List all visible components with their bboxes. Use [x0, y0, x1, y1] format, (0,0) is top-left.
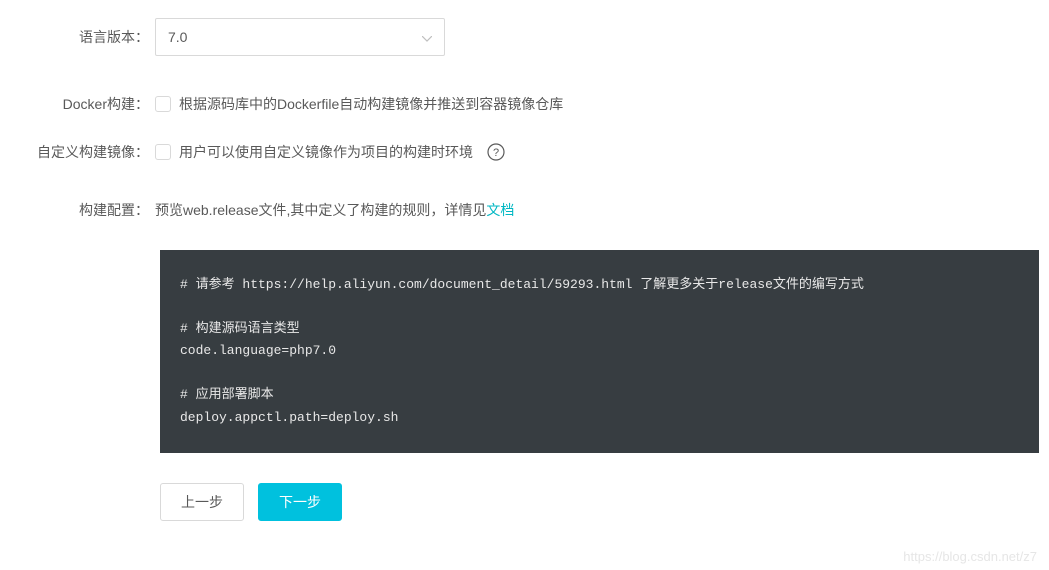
svg-text:?: ? [493, 147, 499, 159]
prev-button[interactable]: 上一步 [160, 483, 244, 521]
chevron-down-icon [422, 29, 432, 45]
help-icon[interactable]: ? [487, 143, 505, 161]
release-file-preview: # 请参考 https://help.aliyun.com/document_d… [160, 250, 1039, 453]
custom-image-label: 自定义构建镜像： [0, 142, 155, 162]
language-version-select[interactable]: 7.0 [155, 18, 445, 56]
watermark: https://blog.csdn.net/z7 [903, 549, 1037, 564]
language-version-label: 语言版本： [0, 27, 155, 47]
custom-image-text: 用户可以使用自定义镜像作为项目的构建时环境 [179, 142, 473, 162]
build-config-label: 构建配置： [0, 200, 155, 220]
next-button[interactable]: 下一步 [258, 483, 342, 521]
language-version-value: 7.0 [168, 29, 422, 45]
build-config-text: 预览web.release文件,其中定义了构建的规则，详情见 [155, 202, 486, 218]
docker-build-text: 根据源码库中的Dockerfile自动构建镜像并推送到容器镜像仓库 [179, 94, 563, 114]
docker-build-label: Docker构建： [0, 94, 155, 114]
docker-build-checkbox[interactable] [155, 96, 171, 112]
doc-link[interactable]: 文档 [486, 202, 514, 218]
custom-image-checkbox[interactable] [155, 144, 171, 160]
